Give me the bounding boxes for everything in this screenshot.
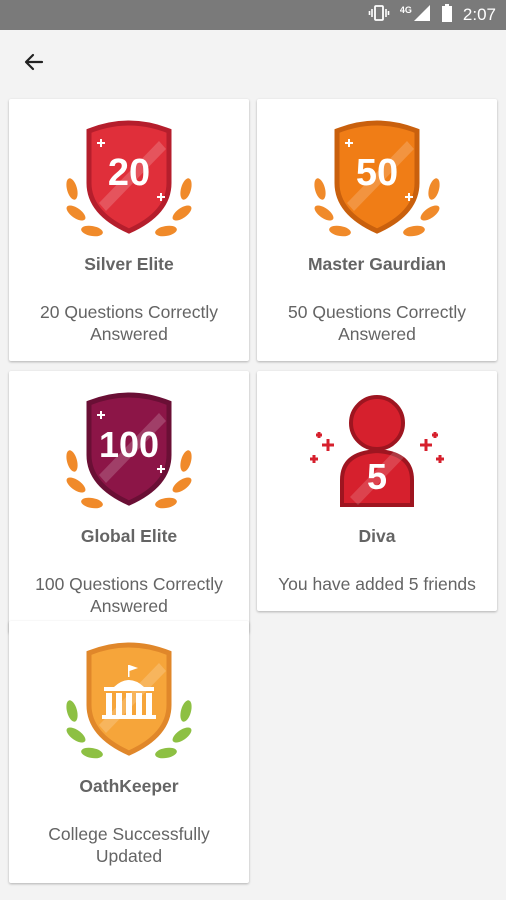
svg-text:50: 50	[356, 152, 398, 194]
global-elite-badge: 100	[54, 385, 204, 520]
badge-title: Global Elite	[80, 526, 178, 546]
master-gaurdian-badge: 50	[302, 113, 452, 248]
oathkeeper-badge	[54, 635, 204, 770]
diva-badge: 5	[302, 385, 452, 520]
badge-description: 100 Questions Correctly Answered	[35, 574, 223, 616]
app-bar	[0, 30, 506, 96]
signal-icon	[413, 4, 431, 27]
silver-elite-badge: 20	[54, 113, 204, 248]
badge-card-oathkeeper[interactable]: OathKeeper College Successfully Updated	[9, 621, 249, 883]
arrow-back-icon	[22, 50, 46, 79]
network-type: 4G	[399, 5, 412, 15]
status-time: 2:07	[462, 5, 496, 24]
badge-description: You have added 5 friends	[278, 574, 476, 594]
badge-description: 50 Questions Correctly Answered	[288, 302, 466, 344]
status-bar: 4G 2:07	[0, 0, 506, 30]
badge-card-global-elite[interactable]: 100 Global Elite 100 Questions Correctly…	[9, 371, 249, 633]
badge-title: Silver Elite	[84, 254, 174, 274]
svg-text:20: 20	[108, 152, 150, 194]
badge-description: 20 Questions Correctly Answered	[40, 302, 218, 344]
svg-text:5: 5	[367, 456, 387, 497]
battery-icon	[441, 3, 453, 28]
back-button[interactable]	[16, 46, 52, 82]
badge-card-diva[interactable]: 5 Diva You have added 5 friends	[257, 371, 497, 611]
badge-title: Master Gaurdian	[307, 254, 447, 274]
badge-card-master-gaurdian[interactable]: 50 Master Gaurdian 50 Questions Correctl…	[257, 99, 497, 361]
badge-description: College Successfully Updated	[48, 824, 210, 866]
vibrate-icon	[368, 4, 390, 27]
svg-text:100: 100	[99, 424, 159, 465]
badge-title: OathKeeper	[79, 776, 179, 796]
badge-card-silver-elite[interactable]: 20 Silver Elite 20 Questions Correctly A…	[9, 99, 249, 361]
badge-title: Diva	[358, 526, 396, 546]
